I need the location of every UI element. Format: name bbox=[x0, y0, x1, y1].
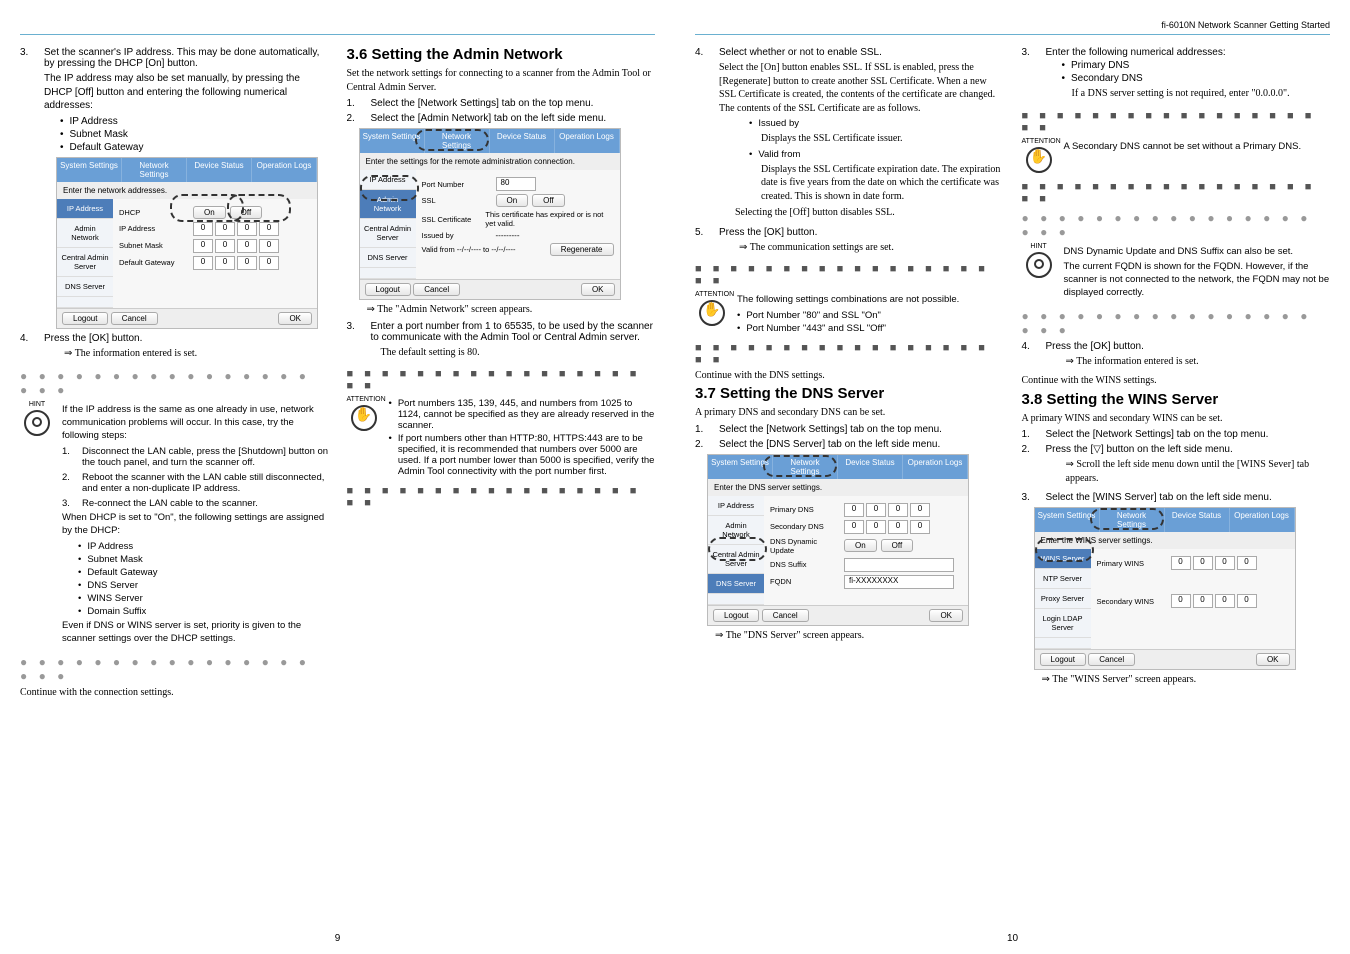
r-s4a: Select the [On] button enables SSL. If S… bbox=[719, 61, 1004, 115]
b-dg: Default Gateway bbox=[60, 142, 329, 153]
hint-label: HINT bbox=[29, 401, 45, 408]
side-dns[interactable]: DNS Server bbox=[57, 277, 113, 297]
h36-s3: Enter a port number from 1 to 65535, to … bbox=[371, 321, 653, 343]
att-ports: ATTENTION Port numbers 135, 139, 445, an… bbox=[347, 396, 656, 479]
p9-col2: 3.6 Setting the Admin Network Set the ne… bbox=[347, 43, 656, 927]
regen-btn[interactable]: Regenerate bbox=[550, 243, 614, 256]
r-s4: Select whether or not to enable SSL. bbox=[719, 47, 882, 58]
p9-s4: Press the [OK] button. bbox=[44, 333, 142, 344]
p9-col1: 3. Set the scanner's IP address. This ma… bbox=[20, 43, 329, 927]
page-num-9: 9 bbox=[20, 927, 655, 944]
h38: 3.8 Setting the WINS Server bbox=[1022, 391, 1331, 408]
ui-admin-net: System Settings Network Settings Device … bbox=[359, 128, 621, 300]
dhcp-on[interactable]: On bbox=[193, 206, 226, 219]
ui-dns: System Settings Network Settings Device … bbox=[707, 454, 969, 626]
page-spread: 3. Set the scanner's IP address. This ma… bbox=[0, 0, 1350, 954]
port-input[interactable]: 80 bbox=[496, 177, 536, 191]
ssl-off[interactable]: Off bbox=[532, 194, 565, 207]
ui4-arrow: ⇒ The "WINS Server" screen appears. bbox=[1042, 673, 1331, 687]
logout-btn[interactable]: Logout bbox=[62, 312, 108, 325]
ui3-arrow: ⇒ The "DNS Server" screen appears. bbox=[715, 629, 1004, 643]
cont-dns: Continue with the DNS settings. bbox=[695, 369, 1004, 383]
hint-dns: HINT DNS Dynamic Update and DNS Suffix c… bbox=[1022, 243, 1331, 303]
b-ip: IP Address bbox=[60, 116, 329, 127]
ui2-arrow: ⇒ The "Admin Network" screen appears. bbox=[367, 303, 656, 317]
h36-s2: Select the [Admin Network] tab on the le… bbox=[371, 113, 656, 124]
tab-system[interactable]: System Settings bbox=[57, 158, 122, 182]
hint-ip: HINT If the IP address is the same as on… bbox=[20, 401, 329, 649]
p10-col2: 3. Enter the following numerical address… bbox=[1022, 43, 1331, 927]
attention-icon bbox=[351, 405, 377, 431]
p10-col1: 4. Select whether or not to enable SSL. … bbox=[695, 43, 1004, 927]
ui-wins: System Settings Network Settings Device … bbox=[1034, 507, 1296, 670]
page-9: 3. Set the scanner's IP address. This ma… bbox=[0, 0, 675, 954]
tab-logs[interactable]: Operation Logs bbox=[252, 158, 317, 182]
tab-network[interactable]: Network Settings bbox=[122, 158, 187, 182]
ui-ip-address: System Settings Network Settings Device … bbox=[56, 157, 318, 329]
page-num-10: 10 bbox=[695, 927, 1330, 944]
tab2-network[interactable]: Network Settings bbox=[425, 129, 490, 153]
attention-icon bbox=[1026, 147, 1052, 173]
cont-wins: Continue with the WINS settings. bbox=[1022, 374, 1331, 388]
b-sm: Subnet Mask bbox=[60, 129, 329, 140]
dhcp-off[interactable]: Off bbox=[230, 206, 263, 219]
dotrow: ● ● ● ● ● ● ● ● ● ● ● ● ● ● ● ● ● ● ● bbox=[20, 369, 329, 397]
p9-s4-result: ⇒ The information entered is set. bbox=[64, 347, 329, 361]
h36-intro: Set the network settings for connecting … bbox=[347, 67, 656, 94]
header-line bbox=[20, 20, 655, 35]
tab2-device[interactable]: Device Status bbox=[490, 129, 555, 153]
att-combo: ATTENTION The following settings combina… bbox=[695, 291, 1004, 336]
barmsg: Enter the network addresses. bbox=[57, 182, 317, 199]
side-ip[interactable]: IP Address bbox=[57, 199, 113, 219]
h36-s1: Select the [Network Settings] tab on the… bbox=[371, 98, 656, 109]
ssl-on[interactable]: On bbox=[496, 194, 529, 207]
hint-icon bbox=[24, 410, 50, 436]
tab2-system[interactable]: System Settings bbox=[360, 129, 425, 153]
tab2-logs[interactable]: Operation Logs bbox=[555, 129, 620, 153]
p9-s3: Set the scanner's IP address. This may b… bbox=[44, 47, 319, 69]
side-admin[interactable]: Admin Network bbox=[57, 219, 113, 248]
cancel-btn[interactable]: Cancel bbox=[111, 312, 158, 325]
tab-device[interactable]: Device Status bbox=[187, 158, 252, 182]
attention-icon bbox=[699, 300, 725, 326]
att-label: ATTENTION bbox=[347, 396, 386, 403]
hint-icon bbox=[1026, 252, 1052, 278]
page-10: fi-6010N Network Scanner Getting Started… bbox=[675, 0, 1350, 954]
r-s5: Press the [OK] button. bbox=[719, 227, 817, 238]
side-central[interactable]: Central Admin Server bbox=[57, 248, 113, 277]
dotrow2: ● ● ● ● ● ● ● ● ● ● ● ● ● ● ● ● ● ● ● bbox=[20, 655, 329, 683]
sqrow: ■ ■ ■ ■ ■ ■ ■ ■ ■ ■ ■ ■ ■ ■ ■ ■ ■ ■ ■ bbox=[347, 368, 656, 392]
h36-default: The default setting is 80. bbox=[381, 346, 656, 360]
p9-s3b: The IP address may also be set manually,… bbox=[44, 72, 329, 113]
h36: 3.6 Setting the Admin Network bbox=[347, 46, 656, 63]
cont-conn: Continue with the connection settings. bbox=[20, 686, 329, 700]
h37: 3.7 Setting the DNS Server bbox=[695, 385, 1004, 402]
att-secdns: ATTENTION A Secondary DNS cannot be set … bbox=[1022, 138, 1331, 175]
ok-btn[interactable]: OK bbox=[278, 312, 312, 325]
header-text: fi-6010N Network Scanner Getting Started bbox=[695, 20, 1330, 35]
